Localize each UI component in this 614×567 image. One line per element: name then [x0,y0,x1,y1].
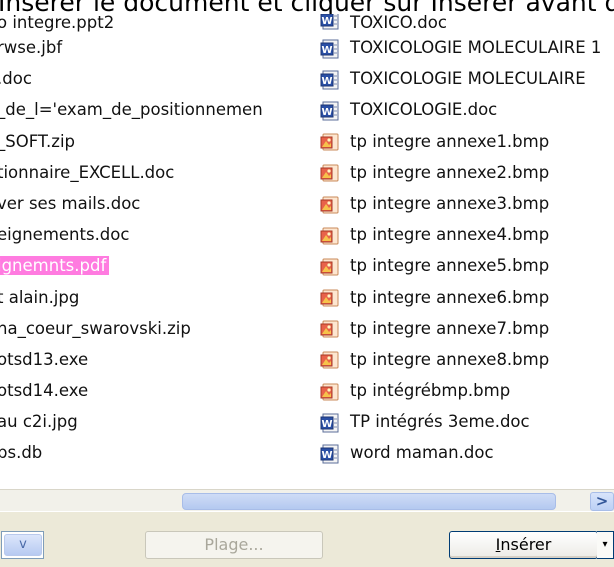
file-name: word maman.doc [350,443,494,463]
caret-down-icon: ▾ [602,539,608,550]
file-name: otsd14.exe [0,381,89,401]
file-list-item[interactable]: W TP intégrés 3eme.doc [320,406,614,437]
file-name: tp integre annexe2.bmp [350,162,550,182]
chevron-right-icon: > [595,492,609,510]
file-name: eignements.doc [0,225,130,245]
file-name: au c2i.jpg [0,412,78,432]
file-name: ver ses mails.doc [0,193,141,213]
file-name: TOXICOLOGIE MOLECULAIRE 1 [350,38,602,57]
file-name: _de_l='exam_de_positionnemen [0,100,263,120]
file-name: tp integre annexe1.bmp [350,131,550,151]
word-doc-icon: W [320,100,340,121]
file-list-item[interactable]: bs.db [0,437,309,468]
file-list-item[interactable]: tp integre annexe4.bmp [320,219,614,250]
bitmap-image-icon [320,194,340,214]
bitmap-image-icon [320,225,340,245]
scroll-right-button[interactable]: > [590,492,614,511]
file-insert-dialog: Insérer le document et cliquer sur Insér… [0,0,614,567]
file-name: TOXICOLOGIE.doc [350,100,498,120]
file-name: TOXICO.doc [350,14,447,32]
file-list-item[interactable]: _de_l='exam_de_positionnemen [0,94,309,125]
file-list-item[interactable]: tp integre annexe1.bmp [320,126,614,157]
file-list-item[interactable]: ver ses mails.doc [0,188,309,219]
file-list-item[interactable]: .doc [0,63,309,94]
file-name: tp integre annexe5.bmp [350,256,550,276]
file-list-right-column: W TOXICO.doc W TOXICOLOGIE MOLECULAIRE 1 W TO… [320,14,614,469]
file-list-item[interactable]: tp integre annexe8.bmp [320,344,614,375]
bitmap-image-icon [320,287,340,307]
file-list-item[interactable]: W TOXICOLOGIE.doc [320,94,614,125]
svg-text:W: W [321,107,332,118]
file-list-item[interactable]: W TOXICO.doc [320,14,614,32]
file-name: _SOFT.zip [0,131,75,151]
file-list-item[interactable]: W TOXICOLOGIE MOLECULAIRE [320,63,614,94]
file-name: otsd13.exe [0,349,89,369]
svg-text:W: W [321,450,332,461]
file-list[interactable]: o integre.ppt2 rwse.jbf .doc _de_l='exam_de… [0,14,614,490]
file-list-item[interactable]: tionnaire_EXCELL.doc [0,157,309,188]
bitmap-image-icon [320,318,340,338]
file-list-item[interactable]: tp integre annexe7.bmp [320,313,614,344]
horizontal-scrollbar[interactable]: > [0,489,614,512]
file-list-item[interactable]: W TOXICOLOGIE MOLECULAIRE 1 [320,32,614,63]
file-list-item[interactable]: otsd14.exe [0,375,309,406]
file-name: t alain.jpg [0,287,80,307]
file-name: TP intégrés 3eme.doc [350,412,530,432]
file-list-item[interactable]: tp integre annexe5.bmp [320,250,614,281]
file-list-item[interactable]: tp intégrébmp.bmp [320,375,614,406]
file-list-item[interactable]: ignemnts.pdf [0,250,309,281]
svg-text:W: W [321,76,332,87]
word-doc-icon: W [320,14,340,30]
insert-options-arrow[interactable]: ▾ [597,531,614,559]
svg-text:W: W [321,419,332,430]
word-doc-icon: W [320,69,340,90]
insert-label: nsérer [500,535,552,554]
file-name: rwse.jbf [0,38,63,57]
word-doc-icon: W [320,443,340,464]
plage-button: Plage... [145,531,323,559]
dialog-bottom-bar: v Plage... Insérer ▾ [0,512,614,567]
svg-text:W: W [321,16,332,27]
bitmap-image-icon [320,381,340,401]
bitmap-image-icon [320,349,340,369]
file-name: o integre.ppt2 [0,14,115,32]
file-name: tionnaire_EXCELL.doc [0,162,175,182]
file-list-item[interactable]: tp integre annexe2.bmp [320,157,614,188]
chevron-down-icon[interactable]: v [4,534,42,556]
file-list-item[interactable]: _SOFT.zip [0,126,309,157]
file-list-item[interactable]: na_coeur_swarovski.zip [0,313,309,344]
file-name: tp integre annexe4.bmp [350,225,550,245]
file-name: tp integre annexe8.bmp [350,349,550,369]
file-name: tp integre annexe7.bmp [350,318,550,338]
file-list-item[interactable]: eignements.doc [0,219,309,250]
file-list-item[interactable]: o integre.ppt2 [0,14,309,32]
bitmap-image-icon [320,256,340,276]
file-list-item[interactable]: t alain.jpg [0,282,309,313]
file-list-item[interactable]: otsd13.exe [0,344,309,375]
word-doc-icon: W [320,38,340,59]
file-name: .doc [0,69,32,89]
insert-button[interactable]: Insérer [449,531,598,559]
file-list-item[interactable]: Wword maman.doc [320,437,614,468]
file-list-item[interactable]: tp integre annexe6.bmp [320,282,614,313]
svg-text:W: W [321,45,332,56]
file-name: TOXICOLOGIE MOLECULAIRE [350,69,586,89]
word-doc-icon: W [320,412,340,433]
file-name: tp intégrébmp.bmp [350,381,511,401]
file-list-left-column: o integre.ppt2 rwse.jbf .doc _de_l='exam_de… [0,14,309,469]
scrollbar-thumb[interactable] [182,493,556,510]
file-name: tp integre annexe3.bmp [350,193,550,213]
bitmap-image-icon [320,131,340,151]
file-name: ignemnts.pdf [0,256,110,276]
file-list-item[interactable]: rwse.jbf [0,32,309,63]
file-list-item[interactable]: tp integre annexe3.bmp [320,188,614,219]
file-name: tp integre annexe6.bmp [350,287,550,307]
file-name: bs.db [0,443,43,463]
file-type-dropdown[interactable]: v [1,531,44,559]
bitmap-image-icon [320,162,340,182]
file-list-item[interactable]: au c2i.jpg [0,406,309,437]
file-name: na_coeur_swarovski.zip [0,318,191,338]
